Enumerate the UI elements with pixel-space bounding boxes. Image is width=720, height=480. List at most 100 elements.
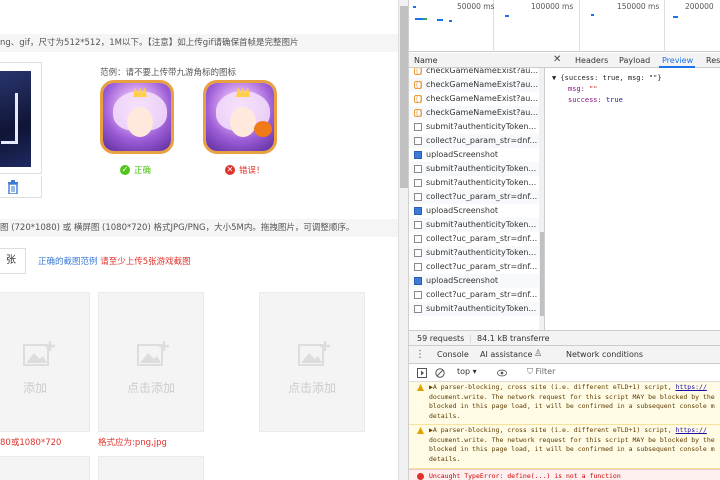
request-row[interactable]: submit?authenticityToken... — [409, 218, 539, 232]
preview-summary[interactable]: ▼ {success: true, msg: ""} — [552, 74, 662, 82]
request-name: collect?uc_param_str=dnf... — [426, 192, 538, 201]
upload-page: ng、gif，尺寸为512*512，1M以下。【注意】如上传gif请确保首帧是完… — [0, 0, 398, 480]
response-preview[interactable]: ▼ {success: true, msg: ""} msg: "" succe… — [546, 68, 720, 330]
add-image-icon — [137, 341, 169, 366]
request-row[interactable]: submit?authenticityToken... — [409, 162, 539, 176]
slot-label: 点击添加 — [126, 381, 175, 395]
request-row[interactable]: submit?authenticityToken... — [409, 302, 539, 316]
wrong-example-image — [203, 80, 277, 154]
page-scrollbar[interactable] — [398, 0, 408, 480]
request-name: submit?authenticityToken... — [426, 248, 537, 257]
request-list[interactable]: checkGameNameExist?au... checkGameNameExi… — [409, 68, 545, 330]
warning-text: ▶A parser-blocking, cross site (i.e. dif… — [429, 383, 676, 391]
tab-headers[interactable]: Headers — [575, 56, 608, 65]
request-row[interactable]: submit?authenticityToken... — [409, 176, 539, 190]
filter-icon: ⛉ — [527, 367, 536, 376]
screenshot-upload-slot[interactable] — [0, 456, 90, 480]
console-warning[interactable]: ▶A parser-blocking, cross site (i.e. dif… — [409, 382, 720, 425]
request-row[interactable]: collect?uc_param_str=dnf... — [409, 288, 539, 302]
eye-icon[interactable] — [497, 368, 507, 378]
uploaded-icon-image — [0, 71, 31, 167]
screenshot-upload-slot[interactable]: 点击添加 — [98, 292, 204, 432]
request-list-scrollbar[interactable] — [539, 68, 544, 330]
check-icon: ✓ — [120, 165, 130, 175]
request-row[interactable]: collect?uc_param_str=dnf... — [409, 260, 539, 274]
request-count: 59 requests — [417, 334, 465, 343]
document-icon — [414, 235, 422, 243]
request-row[interactable]: checkGameNameExist?au... — [409, 78, 539, 92]
page-scroll-thumb[interactable] — [400, 6, 408, 188]
document-icon — [414, 263, 422, 271]
requests-header: Name ✕ Headers Payload Preview Resp — [409, 53, 720, 68]
tab-console[interactable]: Console — [437, 350, 469, 359]
timeline-tick: 50000 ms — [457, 2, 495, 11]
script-icon — [414, 93, 423, 106]
correct-example-image — [100, 80, 174, 154]
request-row[interactable]: uploadScreenshot — [409, 274, 539, 288]
preview-msg-row: msg: "" — [568, 85, 598, 93]
request-row[interactable]: checkGameNameExist?au... — [409, 92, 539, 106]
add-image-icon — [23, 341, 55, 366]
fetch-icon — [414, 151, 422, 159]
request-name: submit?authenticityToken... — [426, 122, 537, 131]
console-filter-input[interactable]: ⛉ Filter — [527, 367, 555, 377]
script-link[interactable]: https:// — [676, 383, 707, 391]
timeline-tick: 100000 ms — [531, 2, 574, 11]
console-warning[interactable]: ▶A parser-blocking, cross site (i.e. dif… — [409, 425, 720, 469]
request-name: collect?uc_param_str=dnf... — [426, 234, 538, 243]
network-overview-timeline[interactable]: 50000 ms 100000 ms 150000 ms 200000 — [409, 0, 720, 52]
script-icon — [414, 79, 423, 92]
close-icon[interactable]: ✕ — [553, 54, 561, 65]
context-select[interactable]: top ▾ — [457, 367, 477, 376]
tab-ai-assistance[interactable]: AI assistance — [480, 350, 532, 359]
slot-format-error: 格式应为:png,jpg — [98, 438, 167, 448]
warning-icon — [417, 384, 424, 391]
tab-payload[interactable]: Payload — [619, 56, 650, 65]
trash-icon[interactable] — [7, 180, 19, 194]
request-name: collect?uc_param_str=dnf... — [426, 136, 538, 145]
document-icon — [414, 221, 422, 229]
request-list-scroll-thumb[interactable] — [540, 232, 544, 316]
more-menu-icon[interactable]: ⋮ — [415, 349, 425, 360]
filter-placeholder: Filter — [535, 367, 556, 376]
request-row[interactable]: checkGameNameExist?au... — [409, 68, 539, 78]
screenshot-example-link[interactable]: 正确的截图范例 — [38, 257, 98, 267]
context-value: top — [457, 367, 471, 376]
request-name: uploadScreenshot — [426, 276, 499, 285]
clear-console-icon[interactable] — [435, 368, 445, 378]
request-row[interactable]: uploadScreenshot — [409, 204, 539, 218]
document-icon — [414, 249, 422, 257]
tab-response[interactable]: Resp — [706, 56, 720, 65]
warning-text: details. — [429, 454, 461, 463]
sidebar-toggle-icon[interactable] — [417, 368, 427, 378]
warning-icon — [417, 427, 424, 434]
request-name: collect?uc_param_str=dnf... — [426, 262, 538, 271]
request-name: uploadScreenshot — [426, 150, 499, 159]
tab-preview[interactable]: Preview — [662, 56, 693, 65]
wrong-verdict: ✕ 错误！ — [225, 164, 265, 176]
warning-text: document.write. The network request for … — [429, 435, 715, 444]
console-toolbar: top ▾ ⛉ Filter — [409, 364, 720, 382]
request-row[interactable]: submit?authenticityToken... — [409, 246, 539, 260]
network-status-bar: 59 requests | 84.1 kB transferre — [409, 330, 720, 346]
screenshot-count-select[interactable]: 张 — [0, 248, 26, 274]
correct-verdict: ✓ 正确 — [120, 164, 151, 176]
screenshot-upload-slot[interactable]: 添加 — [0, 292, 90, 432]
request-row[interactable]: checkGameNameExist?au... — [409, 106, 539, 120]
request-row[interactable]: collect?uc_param_str=dnf... — [409, 134, 539, 148]
console-error[interactable]: Uncaught TypeError: define(...) is not a… — [409, 469, 720, 480]
script-link[interactable]: https:// — [676, 426, 707, 434]
screenshot-upload-slot[interactable] — [98, 456, 204, 480]
request-name: checkGameNameExist?au... — [426, 94, 539, 103]
request-row[interactable]: submit?authenticityToken... — [409, 120, 539, 134]
request-row[interactable]: collect?uc_param_str=dnf... — [409, 190, 539, 204]
screenshot-upload-slot[interactable]: 点击添加 — [259, 292, 365, 432]
fetch-icon — [414, 277, 422, 285]
request-row[interactable]: collect?uc_param_str=dnf... — [409, 232, 539, 246]
tab-network-conditions[interactable]: Network conditions — [566, 350, 643, 359]
request-row[interactable]: uploadScreenshot — [409, 148, 539, 162]
script-icon — [414, 68, 423, 78]
correct-label: 正确 — [134, 166, 152, 176]
name-column-header[interactable]: Name — [414, 56, 438, 65]
slot-label: 点击添加 — [287, 381, 336, 395]
